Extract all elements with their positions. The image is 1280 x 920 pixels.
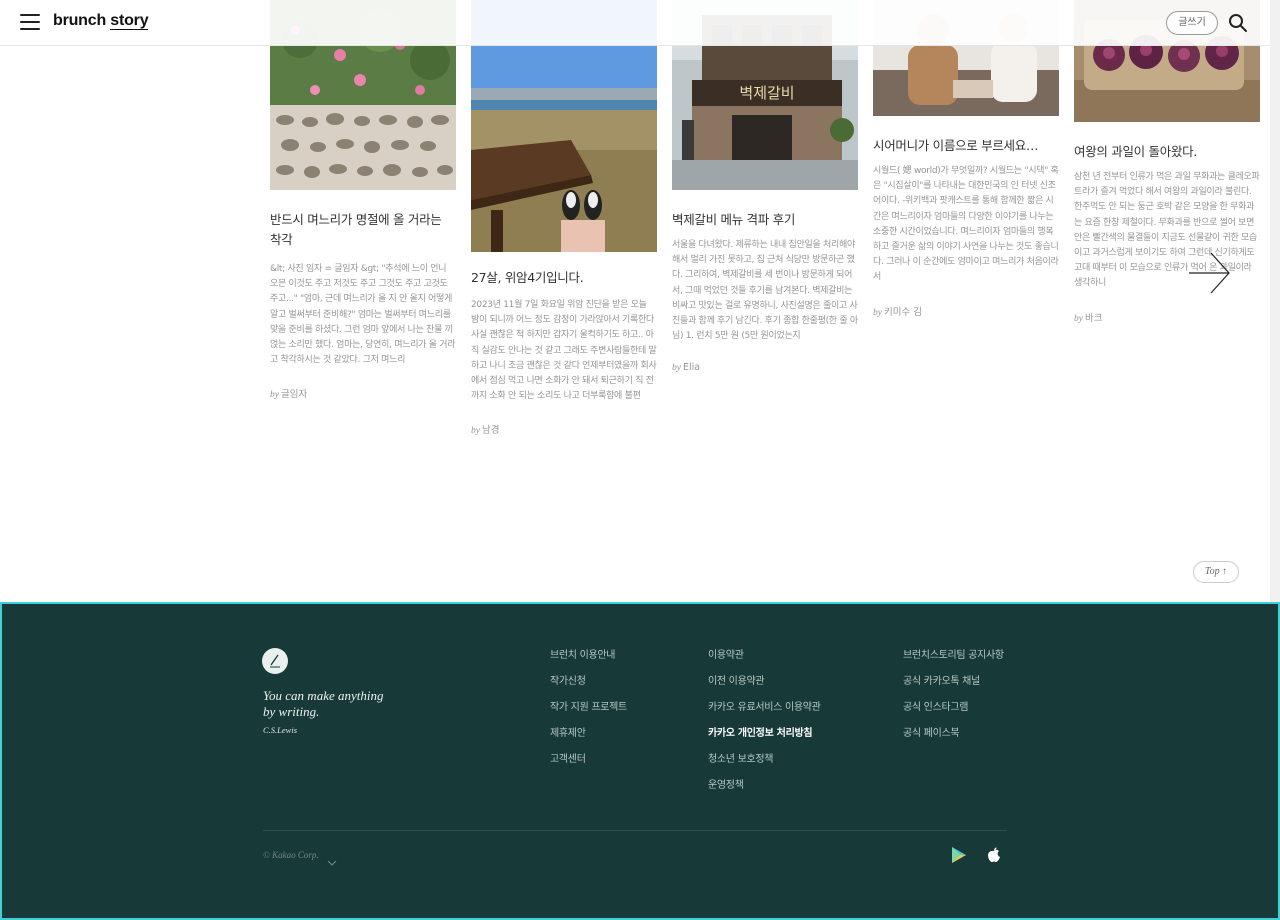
article-card[interactable]: 반드시 며느리가 명절에 올 거라는 착각 &lt; 사진 임자 = 글임자 &… <box>270 0 456 400</box>
article-title[interactable]: 여왕의 과일이 돌아왔다. <box>1074 142 1260 162</box>
article-title[interactable]: 시어머니가 이름으로 부르세요… <box>873 136 1059 156</box>
footer-link-terms[interactable]: 이용약관 <box>708 646 744 661</box>
article-author[interactable]: by 키미수 김 <box>873 304 1059 318</box>
svg-text:벽제갈비: 벽제갈비 <box>739 84 794 102</box>
article-excerpt: 시월드( 媤 world)가 무엇일까? 시월드는 "시댁" 혹은 "시집살이"… <box>873 166 1059 283</box>
by-label: by <box>672 363 681 374</box>
author-name: 키미수 김 <box>883 306 922 318</box>
article-author[interactable]: by Elia <box>672 362 858 373</box>
article-author[interactable]: by 글임자 <box>270 386 456 400</box>
footer-link-policy[interactable]: 운영정책 <box>708 776 744 791</box>
footer-link-guide[interactable]: 브런치 이용안내 <box>550 646 615 661</box>
article-card[interactable]: 벽제갈비 벽제갈비 메뉴 격파 후기 서울을 다녀왔다. 제류하는 내내 집안일… <box>672 0 858 373</box>
author-name: Elia <box>682 362 701 374</box>
write-button[interactable]: 글쓰기 <box>1166 11 1218 35</box>
footer-link-support[interactable]: 고객센터 <box>550 750 586 765</box>
apple-icon[interactable] <box>985 846 1003 864</box>
by-label: by <box>873 307 882 318</box>
by-label: by <box>1074 313 1083 324</box>
google-play-icon[interactable] <box>950 846 968 864</box>
article-author[interactable]: by 바크 <box>1074 310 1260 324</box>
quote-line-2: by writing. <box>263 704 320 719</box>
article-title[interactable]: 반드시 며느리가 명절에 올 거라는 착각 <box>270 210 456 250</box>
article-card[interactable]: 여왕의 과일이 돌아왔다. 삼천 년 전부터 인류가 먹은 과일 무화과는 클레… <box>1074 0 1260 324</box>
article-excerpt: 2023년 11월 7일 화요일 위암 진단을 받은 오늘 밤이 되니까 어느 … <box>471 300 657 402</box>
footer-quote: You can make anything by writing. <box>263 688 383 720</box>
by-label: by <box>471 426 480 437</box>
pen-logo-icon <box>262 648 288 674</box>
footer-link-old-terms[interactable]: 이전 이용약관 <box>708 672 765 687</box>
footer-link-instagram[interactable]: 공식 인스타그램 <box>903 698 968 713</box>
copyright[interactable]: © Kakao Corp. <box>263 850 319 860</box>
footer-link-writer-project[interactable]: 작가 지원 프로젝트 <box>550 698 627 713</box>
footer-link-paid-terms[interactable]: 카카오 유료서비스 이용약관 <box>708 698 821 713</box>
author-name: 바크 <box>1084 312 1103 324</box>
footer-link-notice[interactable]: 브런치스토리팀 공지사항 <box>903 646 1004 661</box>
author-name: 글임자 <box>280 389 308 401</box>
search-icon[interactable] <box>1228 13 1248 33</box>
article-card[interactable]: 27살, 위암4기입니다. 2023년 11월 7일 화요일 위암 진단을 받은… <box>471 0 657 436</box>
article-title[interactable]: 벽제갈비 메뉴 격파 후기 <box>672 210 858 230</box>
article-author[interactable]: by 남경 <box>471 422 657 436</box>
scroll-top-button[interactable]: Top ↑ <box>1193 561 1239 583</box>
site-footer: You can make anything by writing. C.S.Le… <box>0 602 1280 920</box>
article-card[interactable]: 시어머니가 이름으로 부르세요… 시월드( 媤 world)가 무엇일까? 시월… <box>873 0 1059 318</box>
footer-link-kakaotalk[interactable]: 공식 카카오톡 채널 <box>903 672 980 687</box>
chevron-right-icon[interactable] <box>1186 250 1232 296</box>
author-name: 남경 <box>481 425 500 437</box>
footer-link-facebook[interactable]: 공식 페이스북 <box>903 724 960 739</box>
footer-link-partnership[interactable]: 제휴제안 <box>550 724 586 739</box>
hamburger-menu-icon[interactable] <box>20 14 40 32</box>
footer-link-youth[interactable]: 청소년 보호정책 <box>708 750 773 765</box>
by-label: by <box>270 390 279 401</box>
top-header: brunch story 글쓰기 <box>0 0 1270 46</box>
logo-text-story: story <box>110 12 149 30</box>
article-excerpt: &lt; 사진 임자 = 글임자 &gt; "추석에 느이 언니 오믄 이것도 … <box>270 264 456 366</box>
quote-author: C.S.Lewis <box>263 725 298 735</box>
footer-divider <box>263 830 1007 831</box>
logo-text-brunch: brunch <box>53 12 107 29</box>
brunch-story-logo[interactable]: brunch story <box>53 12 149 30</box>
footer-link-apply-writer[interactable]: 작가신청 <box>550 672 586 687</box>
article-title[interactable]: 27살, 위암4기입니다. <box>471 268 657 288</box>
article-excerpt: 서울을 다녀왔다. 제류하는 내내 집안일을 처리해야 해서 멀리 가진 못하고… <box>672 240 858 342</box>
chevron-down-icon[interactable] <box>327 852 337 866</box>
footer-link-privacy[interactable]: 카카오 개인정보 처리방침 <box>708 724 813 739</box>
quote-line-1: You can make anything <box>263 688 384 703</box>
article-excerpt: 삼천 년 전부터 인류가 먹은 과일 무화과는 클레오파트라가 즐겨 먹었다 해… <box>1074 172 1260 289</box>
